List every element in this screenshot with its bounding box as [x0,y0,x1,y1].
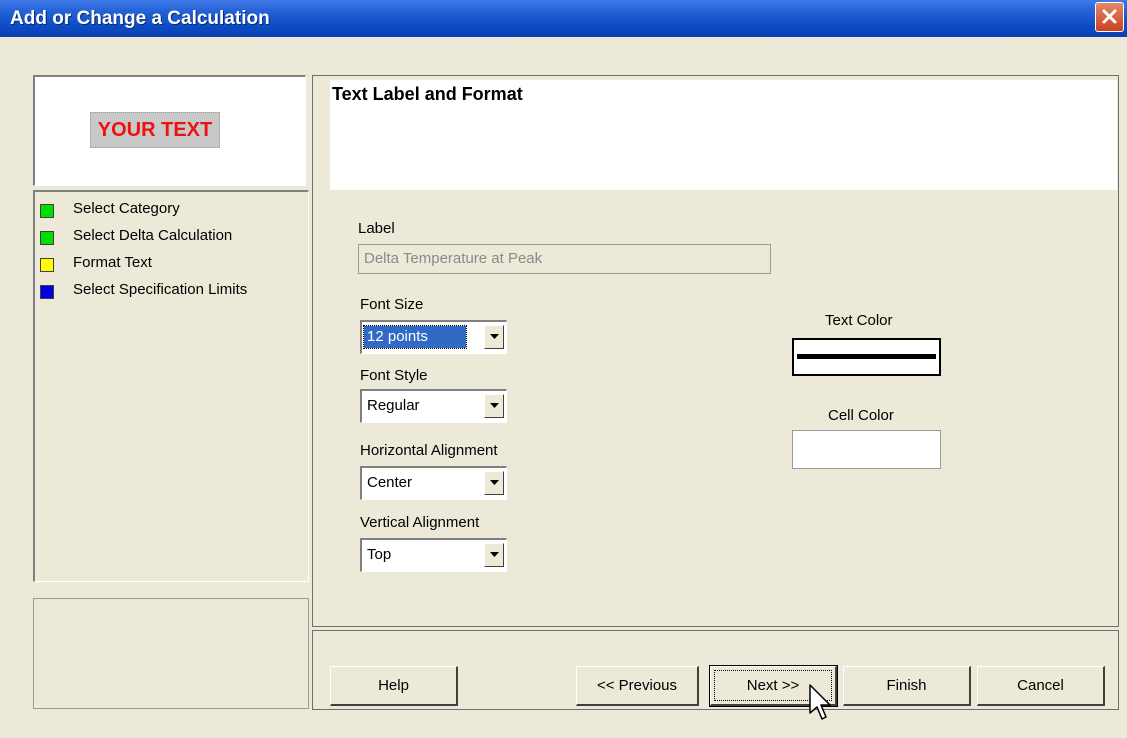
wizard-steps-list: Select Category Select Delta Calculation… [33,190,309,582]
panel-header: Text Label and Format [330,80,1117,190]
close-icon [1102,9,1117,24]
font-style-value: Regular [367,397,420,414]
close-button[interactable] [1095,2,1124,32]
cancel-button[interactable]: Cancel [977,666,1105,706]
info-panel [33,598,309,709]
help-button[interactable]: Help [330,666,458,706]
font-style-select[interactable]: Regular [360,389,507,423]
dropdown-button[interactable] [484,394,504,418]
text-color-swatch[interactable] [792,338,941,376]
step-status-indicator [40,204,54,218]
text-preview-panel: YOUR TEXT [33,75,306,186]
previous-button[interactable]: << Previous [576,666,699,706]
chevron-down-icon [490,552,499,557]
horizontal-alignment-caption: Horizontal Alignment [360,442,498,459]
dropdown-button[interactable] [484,471,504,495]
label-text-field[interactable]: Delta Temperature at Peak [358,244,771,274]
label-caption: Label [358,220,395,237]
step-label: Format Text [73,254,152,271]
cell-color-caption: Cell Color [828,407,894,424]
horizontal-alignment-select[interactable]: Center [360,466,507,500]
preview-text: YOUR TEXT [90,112,220,148]
step-status-indicator [40,258,54,272]
font-size-select[interactable]: 12 points [360,320,507,354]
window-title: Add or Change a Calculation [10,8,270,29]
chevron-down-icon [490,403,499,408]
vertical-alignment-caption: Vertical Alignment [360,514,480,531]
step-status-indicator [40,285,54,299]
step-status-indicator [40,231,54,245]
vertical-alignment-select[interactable]: Top [360,538,507,572]
horizontal-alignment-value: Center [367,474,413,491]
title-bar[interactable]: Add or Change a Calculation [0,0,1127,37]
cell-color-swatch[interactable] [792,430,941,469]
dropdown-button[interactable] [484,543,504,567]
dropdown-button[interactable] [484,325,504,349]
panel-title: Text Label and Format [332,84,523,104]
mouse-cursor-icon [809,684,831,720]
step-label: Select Delta Calculation [73,227,233,244]
font-style-caption: Font Style [360,367,428,384]
step-label: Select Category [73,200,180,217]
font-size-caption: Font Size [360,296,424,313]
text-color-sample [797,354,936,359]
step-label: Select Specification Limits [73,281,248,298]
text-color-caption: Text Color [825,312,893,329]
font-size-value: 12 points [363,325,467,349]
chevron-down-icon [490,334,499,339]
vertical-alignment-value: Top [367,546,392,563]
chevron-down-icon [490,480,499,485]
finish-button[interactable]: Finish [843,666,971,706]
